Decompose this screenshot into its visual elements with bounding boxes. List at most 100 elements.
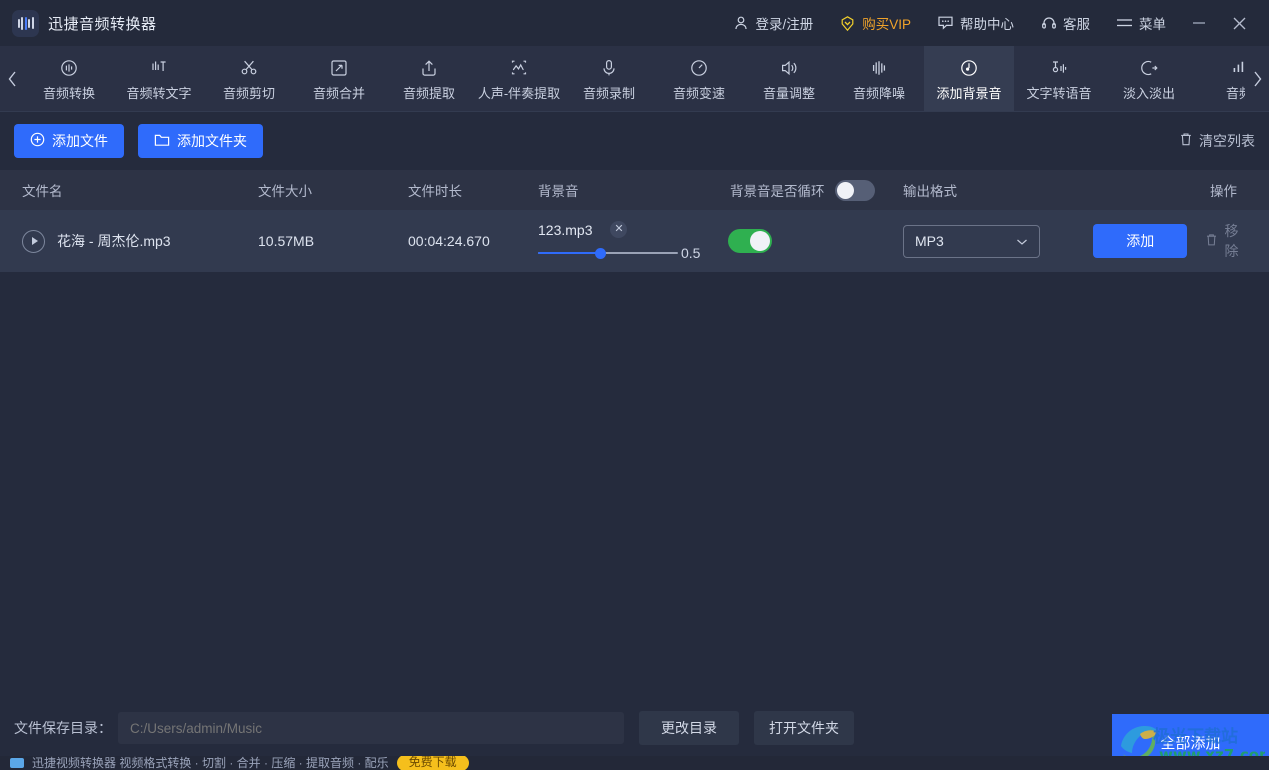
toolbar-label: 淡入淡出 bbox=[1122, 85, 1175, 101]
toolbar-item-fade[interactable]: 淡入淡出 bbox=[1104, 46, 1194, 112]
table-row[interactable]: 花海 - 周杰伦.mp3 10.57MB 00:04:24.670 123.mp… bbox=[0, 210, 1269, 272]
remove-background-icon[interactable]: ✕ bbox=[610, 221, 628, 238]
toolbar-item-vocal-separate[interactable]: 人声-伴奏提取 bbox=[474, 46, 564, 112]
clear-list-button[interactable]: 清空列表 bbox=[1179, 131, 1255, 151]
background-volume-slider[interactable] bbox=[538, 246, 678, 260]
customer-service-button[interactable]: 客服 bbox=[1027, 0, 1103, 46]
help-center-label: 帮助中心 bbox=[960, 17, 1014, 32]
toolbar-label: 添加背景音 bbox=[936, 85, 1002, 101]
user-icon bbox=[732, 15, 749, 32]
title-bar: 迅捷音频转换器 登录/注册 购买VIP 帮助中心 客服 菜单 bbox=[0, 0, 1269, 46]
noise-reduce-icon bbox=[868, 57, 890, 79]
header-duration: 文件时长 bbox=[408, 184, 462, 199]
header-file-name: 文件名 bbox=[22, 184, 63, 199]
open-folder-button[interactable]: 打开文件夹 bbox=[754, 711, 854, 745]
toolbar-label: 音频提取 bbox=[402, 85, 455, 101]
add-folder-button[interactable]: 添加文件夹 bbox=[138, 124, 263, 158]
toolbar-label: 音频 bbox=[1225, 85, 1245, 101]
header-loop-label: 背景音是否循环 bbox=[730, 184, 825, 199]
chevron-left-icon bbox=[8, 71, 16, 87]
toolbar-item-text-to-speech[interactable]: 文字转语音 bbox=[1014, 46, 1104, 112]
audio-bars-icon bbox=[1228, 57, 1245, 79]
app-brand: 迅捷音频转换器 bbox=[12, 9, 157, 37]
row-remove-label: 移除 bbox=[1224, 223, 1239, 259]
cell-operation: 添加 移除 bbox=[1093, 221, 1269, 261]
clear-list-label: 清空列表 bbox=[1199, 133, 1255, 149]
action-bar: 添加文件 添加文件夹 清空列表 bbox=[0, 112, 1269, 170]
login-register-button[interactable]: 登录/注册 bbox=[719, 0, 826, 46]
row-loop-toggle[interactable] bbox=[728, 229, 772, 253]
toolbar-next-button[interactable] bbox=[1245, 46, 1269, 112]
toolbar-item-add-background[interactable]: 添加背景音 bbox=[924, 46, 1014, 112]
menu-button[interactable]: 菜单 bbox=[1103, 0, 1179, 46]
file-table: 文件名 文件大小 文件时长 背景音 背景音是否循环 输出格式 操作 花海 - 周… bbox=[0, 170, 1269, 272]
save-path-input[interactable] bbox=[118, 712, 624, 744]
menu-icon bbox=[1116, 15, 1133, 32]
toolbar-item-audio-convert[interactable]: 音频转换 bbox=[24, 46, 114, 112]
toolbar-label: 人声-伴奏提取 bbox=[477, 85, 561, 101]
trash-icon bbox=[1205, 233, 1218, 250]
help-center-button[interactable]: 帮助中心 bbox=[924, 0, 1027, 46]
header-loop-cell: 背景音是否循环 bbox=[728, 179, 903, 201]
background-file-name: 123.mp3 bbox=[538, 221, 593, 238]
toolbar-label: 音频剪切 bbox=[222, 85, 275, 101]
header-background: 背景音 bbox=[538, 184, 579, 199]
promo-download-button[interactable]: 免费下载 bbox=[396, 756, 469, 770]
toolbar-item-audio-speed[interactable]: 音频变速 bbox=[654, 46, 744, 112]
headset-icon bbox=[1040, 15, 1057, 32]
vocal-separate-icon bbox=[508, 57, 530, 79]
bottom-bar: 文件保存目录： 更改目录 打开文件夹 bbox=[0, 700, 1269, 756]
folder-icon bbox=[154, 133, 170, 150]
header-file-size: 文件大小 bbox=[258, 184, 312, 199]
toolbar-item-noise-reduce[interactable]: 音频降噪 bbox=[834, 46, 924, 112]
toolbar-prev-button[interactable] bbox=[0, 46, 24, 112]
cell-file-size: 10.57MB bbox=[258, 233, 315, 249]
menu-label: 菜单 bbox=[1139, 17, 1166, 32]
play-icon[interactable] bbox=[22, 229, 45, 253]
toolbar-item-audio-cut[interactable]: 音频剪切 bbox=[204, 46, 294, 112]
toolbar-label: 音频变速 bbox=[672, 85, 725, 101]
header-output-format: 输出格式 bbox=[903, 184, 957, 199]
add-background-icon bbox=[958, 57, 980, 79]
toolbar-label: 音频合并 bbox=[312, 85, 365, 101]
minimize-icon bbox=[1193, 22, 1205, 24]
plus-circle-icon bbox=[30, 132, 45, 150]
app-title: 迅捷音频转换器 bbox=[48, 15, 157, 33]
toolbar-label: 音频降噪 bbox=[852, 85, 905, 101]
toolbar-items: 音频转换 音频转文字 音频剪切 音频合并 音频提取 人声-伴奏提取 音频录制 音… bbox=[24, 46, 1245, 112]
change-directory-button[interactable]: 更改目录 bbox=[639, 711, 739, 745]
close-button[interactable] bbox=[1219, 0, 1259, 46]
row-add-button[interactable]: 添加 bbox=[1093, 224, 1188, 258]
toolbar-item-audio-more[interactable]: 音频 bbox=[1194, 46, 1245, 112]
toolbar-item-audio-record[interactable]: 音频录制 bbox=[564, 46, 654, 112]
toolbar-item-audio-to-text[interactable]: 音频转文字 bbox=[114, 46, 204, 112]
app-logo-icon bbox=[12, 9, 39, 37]
chevron-down-icon bbox=[1016, 233, 1028, 249]
toolbar-item-audio-extract[interactable]: 音频提取 bbox=[384, 46, 474, 112]
toolbar-label: 音频转文字 bbox=[126, 85, 192, 101]
trash-icon bbox=[1179, 132, 1193, 150]
toolbar-item-audio-merge[interactable]: 音频合并 bbox=[294, 46, 384, 112]
minimize-button[interactable] bbox=[1179, 0, 1219, 46]
add-folder-label: 添加文件夹 bbox=[177, 133, 247, 149]
output-format-select[interactable]: MP3 bbox=[903, 224, 1040, 258]
function-toolbar: 音频转换 音频转文字 音频剪切 音频合并 音频提取 人声-伴奏提取 音频录制 音… bbox=[0, 46, 1269, 112]
toolbar-label: 文字转语音 bbox=[1026, 85, 1092, 101]
buy-vip-button[interactable]: 购买VIP bbox=[826, 0, 924, 46]
row-remove-button[interactable]: 移除 bbox=[1205, 221, 1249, 261]
speed-icon bbox=[688, 57, 710, 79]
close-icon bbox=[1233, 17, 1245, 29]
add-file-button[interactable]: 添加文件 bbox=[14, 124, 124, 158]
header-loop-toggle[interactable] bbox=[834, 179, 875, 201]
fade-icon bbox=[1138, 57, 1160, 79]
text-to-speech-icon bbox=[1048, 57, 1070, 79]
promo-banner[interactable]: 迅捷视频转换器 视频格式转换 · 切割 · 合并 · 压缩 · 提取音频 · 配… bbox=[0, 756, 1269, 770]
toolbar-item-volume-adjust[interactable]: 音量调整 bbox=[744, 46, 834, 112]
app-window: 迅捷音频转换器 登录/注册 购买VIP 帮助中心 客服 菜单 音频转换 音频转文… bbox=[0, 0, 1269, 770]
save-directory-label: 文件保存目录： bbox=[14, 720, 112, 736]
toolbar-label: 音频转换 bbox=[42, 85, 95, 101]
login-register-label: 登录/注册 bbox=[755, 17, 814, 32]
table-header: 文件名 文件大小 文件时长 背景音 背景音是否循环 输出格式 操作 bbox=[0, 170, 1269, 210]
toolbar-label: 音量调整 bbox=[762, 85, 815, 101]
toolbar-label: 音频录制 bbox=[582, 85, 635, 101]
